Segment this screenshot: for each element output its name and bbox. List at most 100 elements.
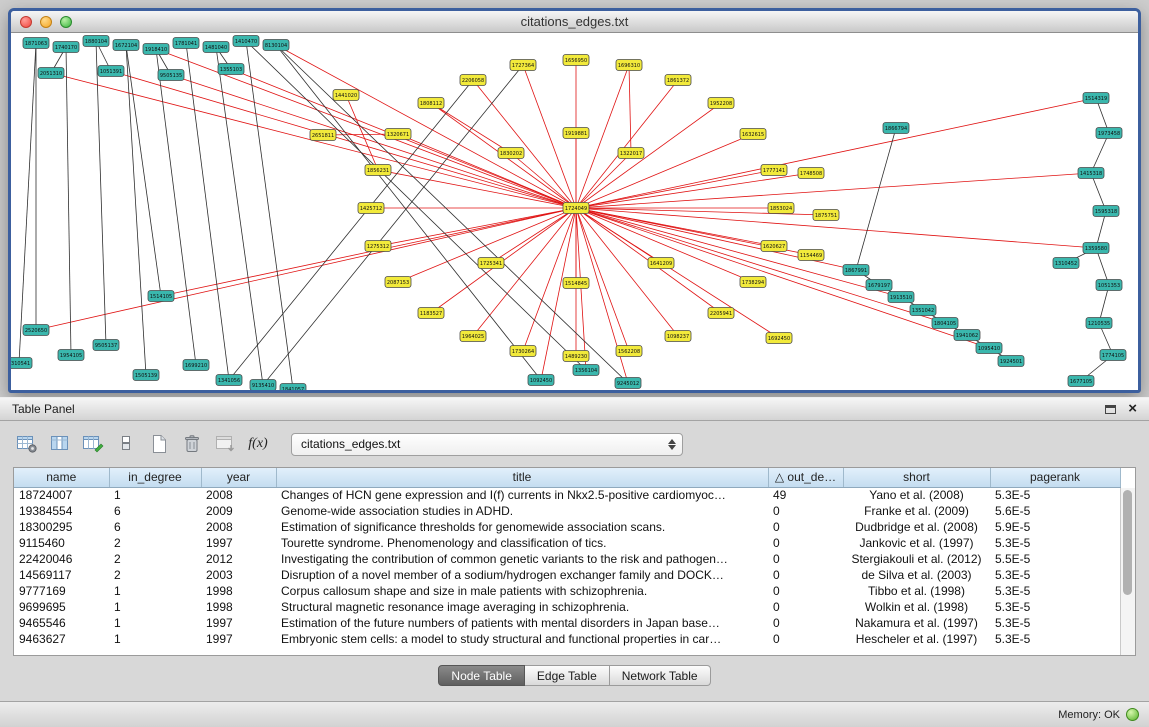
graph-node[interactable]: 1867991 bbox=[843, 265, 869, 276]
table-cell[interactable]: 9463627 bbox=[14, 631, 109, 647]
table-row[interactable]: 977716911998Corpus callosum shape and si… bbox=[14, 583, 1120, 599]
graph-node[interactable]: 1672104 bbox=[113, 40, 139, 51]
graph-node[interactable]: 9505135 bbox=[158, 70, 184, 81]
graph-node[interactable]: 1699210 bbox=[183, 360, 209, 371]
table-row[interactable]: 911546021997Tourette syndrome. Phenomeno… bbox=[14, 535, 1120, 551]
table-cell[interactable]: Corpus callosum shape and size in male p… bbox=[276, 583, 768, 599]
graph-node[interactable]: 2520650 bbox=[23, 325, 49, 336]
table-cell[interactable]: Dudbridge et al. (2008) bbox=[843, 519, 990, 535]
graph-node[interactable]: 1514845 bbox=[563, 278, 589, 289]
graph-node[interactable]: 1724049 bbox=[563, 203, 589, 214]
table-cell[interactable]: 1 bbox=[109, 615, 201, 631]
network-canvas[interactable]: 1724049185302416206271738294220594110982… bbox=[11, 33, 1138, 390]
graph-node[interactable]: 1856231 bbox=[365, 165, 391, 176]
table-cell[interactable]: 1 bbox=[109, 631, 201, 647]
graph-node[interactable]: 1656950 bbox=[563, 55, 589, 66]
show-columns-button[interactable] bbox=[46, 431, 74, 457]
table-row[interactable]: 1872400712008Changes of HCN gene express… bbox=[14, 487, 1120, 503]
table-row[interactable]: 1938455462009Genome-wide association stu… bbox=[14, 503, 1120, 519]
table-cell[interactable]: 0 bbox=[768, 551, 843, 567]
column-header-year[interactable]: year bbox=[201, 468, 276, 487]
graph-node[interactable]: 2051310 bbox=[38, 68, 64, 79]
table-cell[interactable]: 5.3E-5 bbox=[990, 567, 1120, 583]
graph-node[interactable]: 1351042 bbox=[910, 305, 936, 316]
table-cell[interactable]: de Silva et al. (2003) bbox=[843, 567, 990, 583]
graph-node[interactable]: 1620627 bbox=[761, 241, 787, 252]
table-cell[interactable]: Estimation of the future numbers of pati… bbox=[276, 615, 768, 631]
graph-node[interactable]: 1425712 bbox=[358, 203, 384, 214]
graph-node[interactable]: 1679197 bbox=[866, 280, 892, 291]
table-cell[interactable]: Nakamura et al. (1997) bbox=[843, 615, 990, 631]
graph-node[interactable]: 1725341 bbox=[478, 258, 504, 269]
graph-node[interactable]: 1481040 bbox=[203, 42, 229, 53]
table-cell[interactable]: 1 bbox=[109, 487, 201, 503]
tab-node-table[interactable]: Node Table bbox=[438, 665, 525, 686]
float-panel-icon[interactable] bbox=[1105, 405, 1116, 414]
table-cell[interactable]: Hescheler et al. (1997) bbox=[843, 631, 990, 647]
edit-table-button[interactable] bbox=[79, 431, 107, 457]
graph-node[interactable]: 1880104 bbox=[83, 36, 109, 47]
table-cell[interactable]: Yano et al. (2008) bbox=[843, 487, 990, 503]
table-cell[interactable]: 9777169 bbox=[14, 583, 109, 599]
table-cell[interactable]: 5.6E-5 bbox=[990, 503, 1120, 519]
graph-node[interactable]: 9135410 bbox=[250, 380, 276, 391]
table-cell[interactable]: Embryonic stem cells: a model to study s… bbox=[276, 631, 768, 647]
table-cell[interactable]: 5.3E-5 bbox=[990, 487, 1120, 503]
table-cell[interactable]: Wolkin et al. (1998) bbox=[843, 599, 990, 615]
table-cell[interactable]: 49 bbox=[768, 487, 843, 503]
table-cell[interactable]: Tourette syndrome. Phenomenology and cla… bbox=[276, 535, 768, 551]
graph-node[interactable]: 1808112 bbox=[418, 98, 444, 109]
graph-node[interactable]: 1092450 bbox=[528, 375, 554, 386]
table-row[interactable]: 1830029562008Estimation of significance … bbox=[14, 519, 1120, 535]
table-cell[interactable]: Investigating the contribution of common… bbox=[276, 551, 768, 567]
graph-node[interactable]: 1595318 bbox=[1093, 206, 1119, 217]
graph-node[interactable]: 9245012 bbox=[615, 378, 641, 389]
delete-table-button[interactable] bbox=[178, 431, 206, 457]
graph-node[interactable]: 1098237 bbox=[665, 331, 691, 342]
graph-node[interactable]: 1641209 bbox=[648, 258, 674, 269]
table-cell[interactable]: 5.3E-5 bbox=[990, 583, 1120, 599]
graph-node[interactable]: 1774105 bbox=[1100, 350, 1126, 361]
column-header-out_de[interactable]: △ out_de… bbox=[768, 468, 843, 487]
graph-node[interactable]: 1727364 bbox=[510, 60, 536, 71]
graph-node[interactable]: 1804105 bbox=[932, 318, 958, 329]
table-cell[interactable]: 6 bbox=[109, 503, 201, 519]
graph-node[interactable]: 1781041 bbox=[173, 38, 199, 49]
graph-node[interactable]: 1051353 bbox=[1096, 280, 1122, 291]
table-cell[interactable]: 0 bbox=[768, 503, 843, 519]
graph-node[interactable]: 1410470 bbox=[233, 36, 259, 47]
table-cell[interactable]: 0 bbox=[768, 535, 843, 551]
graph-node[interactable]: 1941062 bbox=[954, 330, 980, 341]
graph-node[interactable]: 1924501 bbox=[998, 356, 1024, 367]
graph-node[interactable]: 1954105 bbox=[58, 350, 84, 361]
table-cell[interactable]: 2003 bbox=[201, 567, 276, 583]
graph-node[interactable]: 1841057 bbox=[280, 384, 306, 391]
graph-node[interactable]: 1356104 bbox=[573, 365, 599, 376]
graph-node[interactable]: 1320671 bbox=[385, 129, 411, 140]
graph-node[interactable]: 1964025 bbox=[460, 331, 486, 342]
graph-node[interactable]: 1505139 bbox=[133, 370, 159, 381]
tab-network-table[interactable]: Network Table bbox=[610, 665, 711, 686]
table-cell[interactable]: Structural magnetic resonance image aver… bbox=[276, 599, 768, 615]
table-cell[interactable]: Jankovic et al. (1997) bbox=[843, 535, 990, 551]
graph-node[interactable]: 1341056 bbox=[216, 375, 242, 386]
table-cell[interactable]: Tibbo et al. (1998) bbox=[843, 583, 990, 599]
table-cell[interactable]: 9115460 bbox=[14, 535, 109, 551]
table-cell[interactable]: 2 bbox=[109, 551, 201, 567]
table-cell[interactable]: 0 bbox=[768, 567, 843, 583]
column-header-title[interactable]: title bbox=[276, 468, 768, 487]
table-cell[interactable]: 1 bbox=[109, 599, 201, 615]
graph-node[interactable]: 1853024 bbox=[768, 203, 794, 214]
graph-node[interactable]: 1310452 bbox=[1053, 258, 1079, 269]
vertical-scrollbar[interactable] bbox=[1120, 488, 1135, 655]
table-cell[interactable]: 2009 bbox=[201, 503, 276, 519]
table-cell[interactable]: 14569117 bbox=[14, 567, 109, 583]
table-cell[interactable]: 1998 bbox=[201, 583, 276, 599]
graph-node[interactable]: 1861372 bbox=[665, 75, 691, 86]
table-cell[interactable]: 6 bbox=[109, 519, 201, 535]
table-row[interactable]: 969969511998Structural magnetic resonanc… bbox=[14, 599, 1120, 615]
table-cell[interactable]: 1997 bbox=[201, 535, 276, 551]
graph-node[interactable]: 1183527 bbox=[418, 308, 444, 319]
table-cell[interactable]: 1998 bbox=[201, 599, 276, 615]
table-cell[interactable]: 18300295 bbox=[14, 519, 109, 535]
